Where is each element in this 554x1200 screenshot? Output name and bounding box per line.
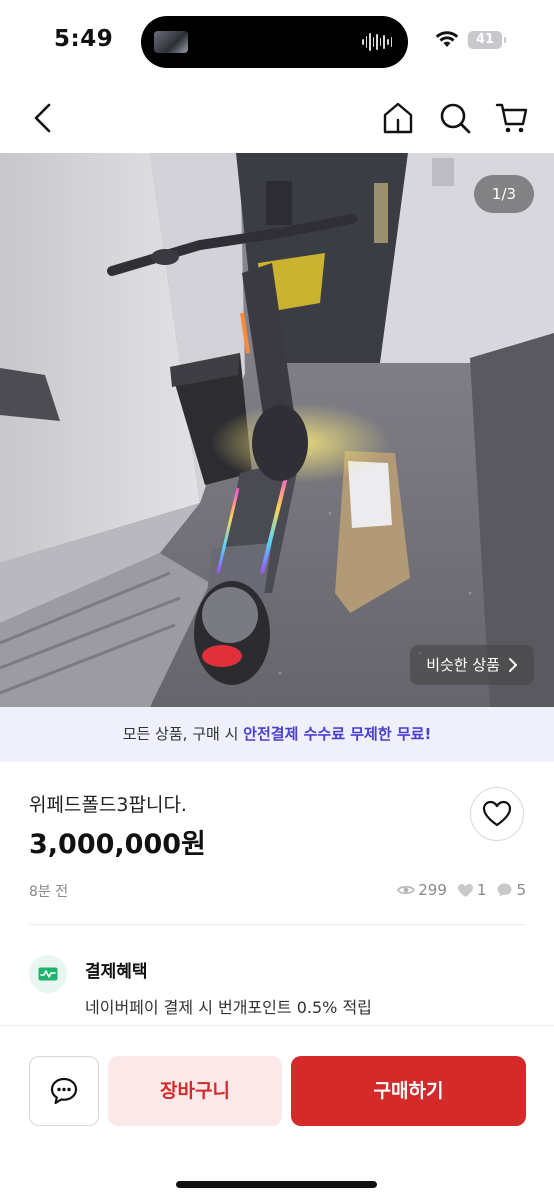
like-button[interactable] bbox=[470, 787, 524, 841]
eye-icon bbox=[397, 886, 416, 894]
scooter-photo-image bbox=[0, 153, 554, 707]
back-icon[interactable] bbox=[26, 100, 62, 136]
section-divider bbox=[29, 924, 525, 925]
buy-button[interactable]: 구매하기 bbox=[291, 1056, 526, 1126]
status-time: 5:49 bbox=[54, 26, 114, 52]
top-nav-bar bbox=[0, 86, 554, 152]
status-bar: 5:49 41 bbox=[0, 0, 554, 80]
posted-time: 8분 전 bbox=[29, 884, 69, 900]
product-price: 3,000,000원 bbox=[29, 829, 206, 860]
chevron-right-icon bbox=[509, 658, 517, 672]
payment-wave-icon bbox=[38, 967, 58, 981]
cart-icon[interactable] bbox=[494, 100, 530, 136]
wifi-icon bbox=[435, 31, 459, 47]
chat-button[interactable] bbox=[29, 1056, 99, 1126]
similar-items-button[interactable]: 비슷한 상품 bbox=[410, 645, 534, 685]
likes-count: 1 bbox=[476, 881, 487, 899]
benefit-description: 네이버페이 결제 시 번개포인트 0.5% 적립 bbox=[85, 998, 372, 1017]
bottom-action-bar: 장바구니 구매하기 bbox=[0, 1025, 554, 1200]
now-playing-thumbnail bbox=[154, 31, 188, 53]
image-counter: 1/3 bbox=[474, 175, 534, 213]
heart-small-icon bbox=[457, 883, 473, 897]
battery-level: 41 bbox=[475, 32, 495, 47]
views-stat: 299 bbox=[397, 881, 447, 899]
similar-items-label: 비슷한 상품 bbox=[426, 656, 500, 674]
benefit-title: 결제혜택 bbox=[85, 962, 148, 982]
safe-payment-notice[interactable]: 모든 상품, 구매 시 안전결제 수수료 무제한 무료! bbox=[0, 707, 554, 762]
naverpay-benefit-icon bbox=[29, 955, 67, 993]
battery-icon: 41 bbox=[468, 31, 506, 49]
views-count: 299 bbox=[418, 881, 447, 899]
chats-stat: 5 bbox=[496, 881, 526, 899]
notice-highlight: 안전결제 수수료 무제한 무료! bbox=[243, 725, 432, 743]
product-photo[interactable]: 1/3 비슷한 상품 bbox=[0, 153, 554, 707]
chats-count: 5 bbox=[516, 881, 526, 899]
product-title: 위페드폴드3팝니다. bbox=[29, 794, 187, 816]
audio-wave-icon bbox=[362, 30, 393, 54]
heart-icon bbox=[482, 800, 512, 827]
chat-bubble-icon bbox=[50, 1077, 78, 1105]
home-indicator[interactable] bbox=[176, 1181, 377, 1188]
notice-prefix: 모든 상품, 구매 시 bbox=[122, 725, 244, 743]
add-to-cart-button[interactable]: 장바구니 bbox=[108, 1056, 282, 1126]
search-icon[interactable] bbox=[437, 100, 473, 136]
home-icon[interactable] bbox=[380, 100, 416, 136]
likes-stat: 1 bbox=[457, 881, 487, 899]
chat-bubble-small-icon bbox=[497, 883, 512, 897]
dynamic-island bbox=[141, 16, 408, 68]
product-stats: 299 1 5 bbox=[397, 881, 526, 899]
